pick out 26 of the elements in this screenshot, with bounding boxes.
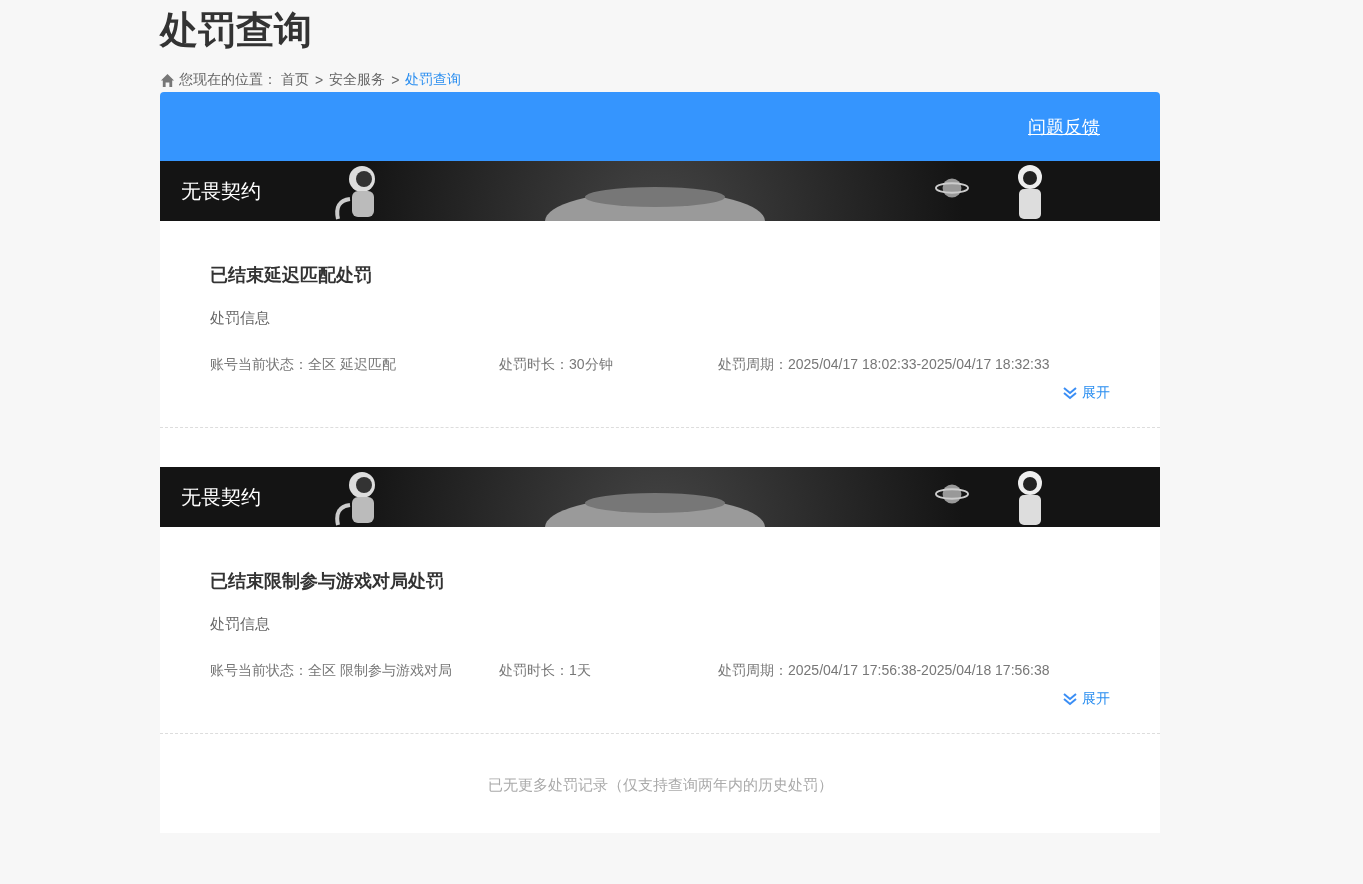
info-label: 处罚信息 — [210, 615, 271, 634]
feedback-link[interactable]: 问题反馈 — [1028, 114, 1100, 139]
breadcrumb-separator: > — [315, 72, 324, 88]
game-name: 无畏契约 — [181, 484, 261, 510]
breadcrumb-link[interactable]: 处罚查询 — [405, 71, 462, 89]
status-text: 账号当前状态：全区 限制参与游戏对局 — [210, 662, 453, 680]
duration-text: 处罚时长：1天 — [499, 662, 592, 680]
status-text: 账号当前状态：全区 延迟匹配 — [210, 356, 397, 374]
info-label: 处罚信息 — [210, 309, 271, 328]
breadcrumb-prefix: 您现在的位置： — [179, 71, 277, 89]
home-icon — [160, 72, 175, 88]
period-text: 处罚周期：2025/04/17 18:02:33-2025/04/17 18:32:33 — [718, 356, 1050, 374]
chevron-icon — [1062, 385, 1078, 401]
chevron-icon — [1062, 691, 1078, 707]
duration-text: 处罚时长：30分钟 — [499, 356, 614, 374]
expand-button[interactable]: 展开 — [1062, 384, 1110, 402]
game-name: 无畏契约 — [181, 178, 261, 204]
period-text: 处罚周期：2025/04/17 17:56:38-2025/04/18 17:56:38 — [718, 662, 1050, 680]
page-title: 处罚查询 — [160, 8, 313, 52]
breadcrumb-link[interactable]: 首页 — [281, 71, 309, 89]
end-of-records-note: 已无更多处罚记录（仅支持查询两年内的历史处罚） — [486, 775, 834, 795]
breadcrumb-link[interactable]: 安全服务 — [329, 71, 386, 89]
breadcrumb-separator: > — [391, 72, 400, 88]
record-title: 已结束延迟匹配处罚 — [210, 264, 373, 287]
record-title: 已结束限制参与游戏对局处罚 — [210, 570, 445, 593]
expand-button[interactable]: 展开 — [1062, 690, 1110, 708]
